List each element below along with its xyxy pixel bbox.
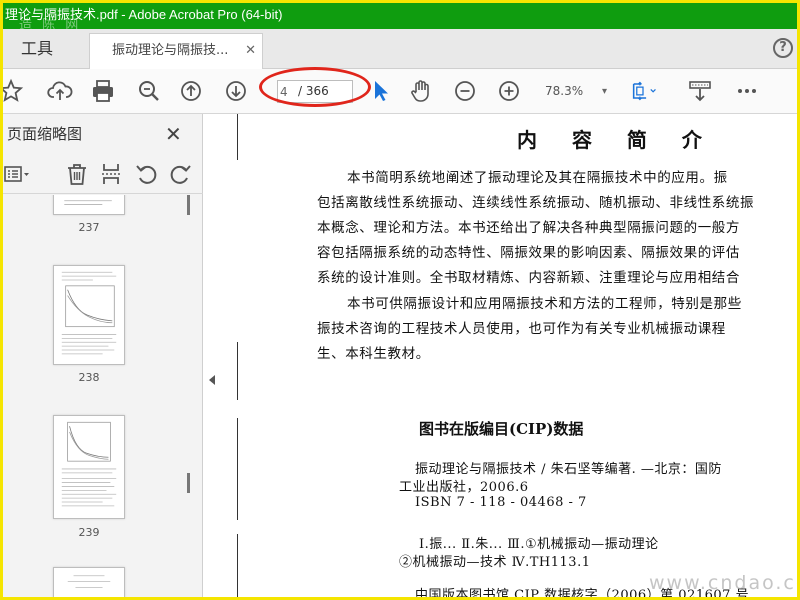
rotate-right-icon[interactable] — [166, 160, 194, 188]
thumbnail-toolbar — [3, 158, 203, 194]
zoom-out-icon[interactable] — [451, 77, 479, 105]
rotate-left-icon[interactable] — [133, 160, 161, 188]
page-edge-line — [237, 534, 238, 597]
page-edge-line — [237, 342, 238, 400]
insert-page-icon[interactable] — [97, 160, 125, 188]
top-watermark: 造 陈 网 — [19, 18, 82, 29]
page-edge-line — [237, 418, 238, 520]
page-heading: 内 容 简 介 — [517, 128, 716, 152]
page-number-box[interactable]: / 366 — [277, 80, 353, 103]
upload-cloud-icon[interactable] — [46, 77, 74, 105]
collapse-panel-icon[interactable] — [209, 375, 215, 385]
options-menu-icon[interactable] — [3, 160, 31, 188]
tab-document[interactable]: 振动理论与隔振技... ✕ — [89, 33, 263, 69]
thumbnail-panel-header: 页面缩略图 ✕ — [3, 114, 203, 154]
body-line: 本书可供隔振设计和应用隔振技术和方法的工程师，特别是那些 — [347, 296, 742, 312]
body-line: 本概念、理论和方法。本书还给出了解决各种典型隔振问题的一般方 — [317, 220, 740, 236]
page-thumbnail[interactable] — [53, 265, 125, 365]
zoom-search-icon[interactable] — [135, 77, 163, 105]
body-line: 包括离散线性系统振动、连续线性系统振动、随机振动、非线性系统振 — [317, 195, 755, 211]
body-line: 本书简明系统地阐述了振动理论及其在隔振技术中的应用。振 — [347, 170, 728, 186]
cip-line: 工业出版社，2006.6 — [399, 480, 529, 495]
pdf-page: 内 容 简 介 本书简明系统地阐述了振动理论及其在隔振技术中的应用。振 包括离散… — [221, 114, 797, 597]
select-cursor-icon[interactable] — [367, 77, 395, 105]
more-icon[interactable] — [733, 77, 761, 105]
scroll-mode-icon[interactable] — [686, 77, 714, 105]
app-window: 理论与隔振技术.pdf - Adobe Acrobat Pro (64-bit)… — [0, 0, 800, 600]
page-thumbnail[interactable] — [53, 415, 125, 519]
help-icon[interactable]: ? — [773, 38, 793, 58]
page-total-label: / 366 — [298, 84, 329, 98]
chevron-down-icon: ▾ — [601, 86, 607, 97]
thumbnail-page-number: 238 — [78, 371, 100, 384]
title-bar: 理论与隔振技术.pdf - Adobe Acrobat Pro (64-bit)… — [3, 3, 797, 29]
body-line: 生、本科生教材。 — [317, 346, 430, 362]
close-tab-icon[interactable]: ✕ — [245, 34, 256, 68]
cip-line: Ⅰ.振... Ⅱ.朱... Ⅲ.①机械振动—振动理论 — [419, 537, 659, 552]
trash-icon[interactable] — [63, 160, 91, 188]
body-line: 系统的设计准则。全书取材精炼、内容新颖、注重理论与应用相结合 — [317, 270, 740, 286]
body-line: 容包括隔振系统的动态特性、隔振效果的影响因素、隔振效果的评估 — [317, 245, 740, 261]
site-watermark: www.cndao.com — [649, 572, 797, 594]
print-icon[interactable] — [89, 77, 117, 105]
close-panel-icon[interactable]: ✕ — [165, 114, 182, 154]
cip-heading: 图书在版编目(CIP)数据 — [419, 420, 584, 438]
body-line: 振技术咨询的工程技术人员使用，也可作为有关专业机械振动课程 — [317, 321, 726, 337]
tab-bar: 工具 振动理论与隔振技... ✕ ? — [3, 29, 797, 69]
zoom-level-value: 78.3% — [545, 84, 584, 98]
page-thumbnail[interactable] — [53, 195, 125, 215]
page-thumbnail[interactable] — [53, 567, 125, 597]
document-view[interactable]: 内 容 简 介 本书简明系统地阐述了振动理论及其在隔振技术中的应用。振 包括离散… — [221, 114, 797, 597]
page-edge-line — [237, 114, 238, 160]
thumbnail-scrollbar-top[interactable] — [187, 195, 190, 215]
page-number-input[interactable] — [278, 81, 296, 102]
fit-page-icon[interactable] — [629, 77, 657, 105]
thumbnail-page-number: 237 — [78, 221, 100, 234]
hand-icon[interactable] — [407, 77, 435, 105]
cip-line: ②机械振动—技术 Ⅳ.TH113.1 — [399, 555, 591, 570]
cip-line: 振动理论与隔振技术 / 朱石坚等编著. —北京：国防 — [415, 462, 722, 477]
zoom-in-icon[interactable] — [495, 77, 523, 105]
page-up-icon[interactable] — [177, 77, 205, 105]
thumbnail-panel: 页面缩略图 ✕ 237 238 239 — [3, 114, 203, 597]
thumbnail-page-number: 239 — [78, 526, 100, 539]
tab-tools[interactable]: 工具 — [3, 29, 83, 69]
thumbnail-list: 237 238 239 — [3, 195, 203, 597]
main-toolbar: / 366 78.3% ▾ — [3, 69, 797, 114]
bookmark-star-icon[interactable] — [3, 77, 25, 105]
page-down-icon[interactable] — [222, 77, 250, 105]
zoom-level-select[interactable]: 78.3% ▾ — [535, 80, 611, 103]
thumbnail-scrollbar[interactable] — [187, 473, 190, 493]
cip-line: ISBN 7 - 118 - 04468 - 7 — [415, 495, 587, 510]
thumbnail-panel-title: 页面缩略图 — [7, 125, 83, 143]
tab-document-label: 振动理论与隔振技... — [112, 43, 229, 58]
